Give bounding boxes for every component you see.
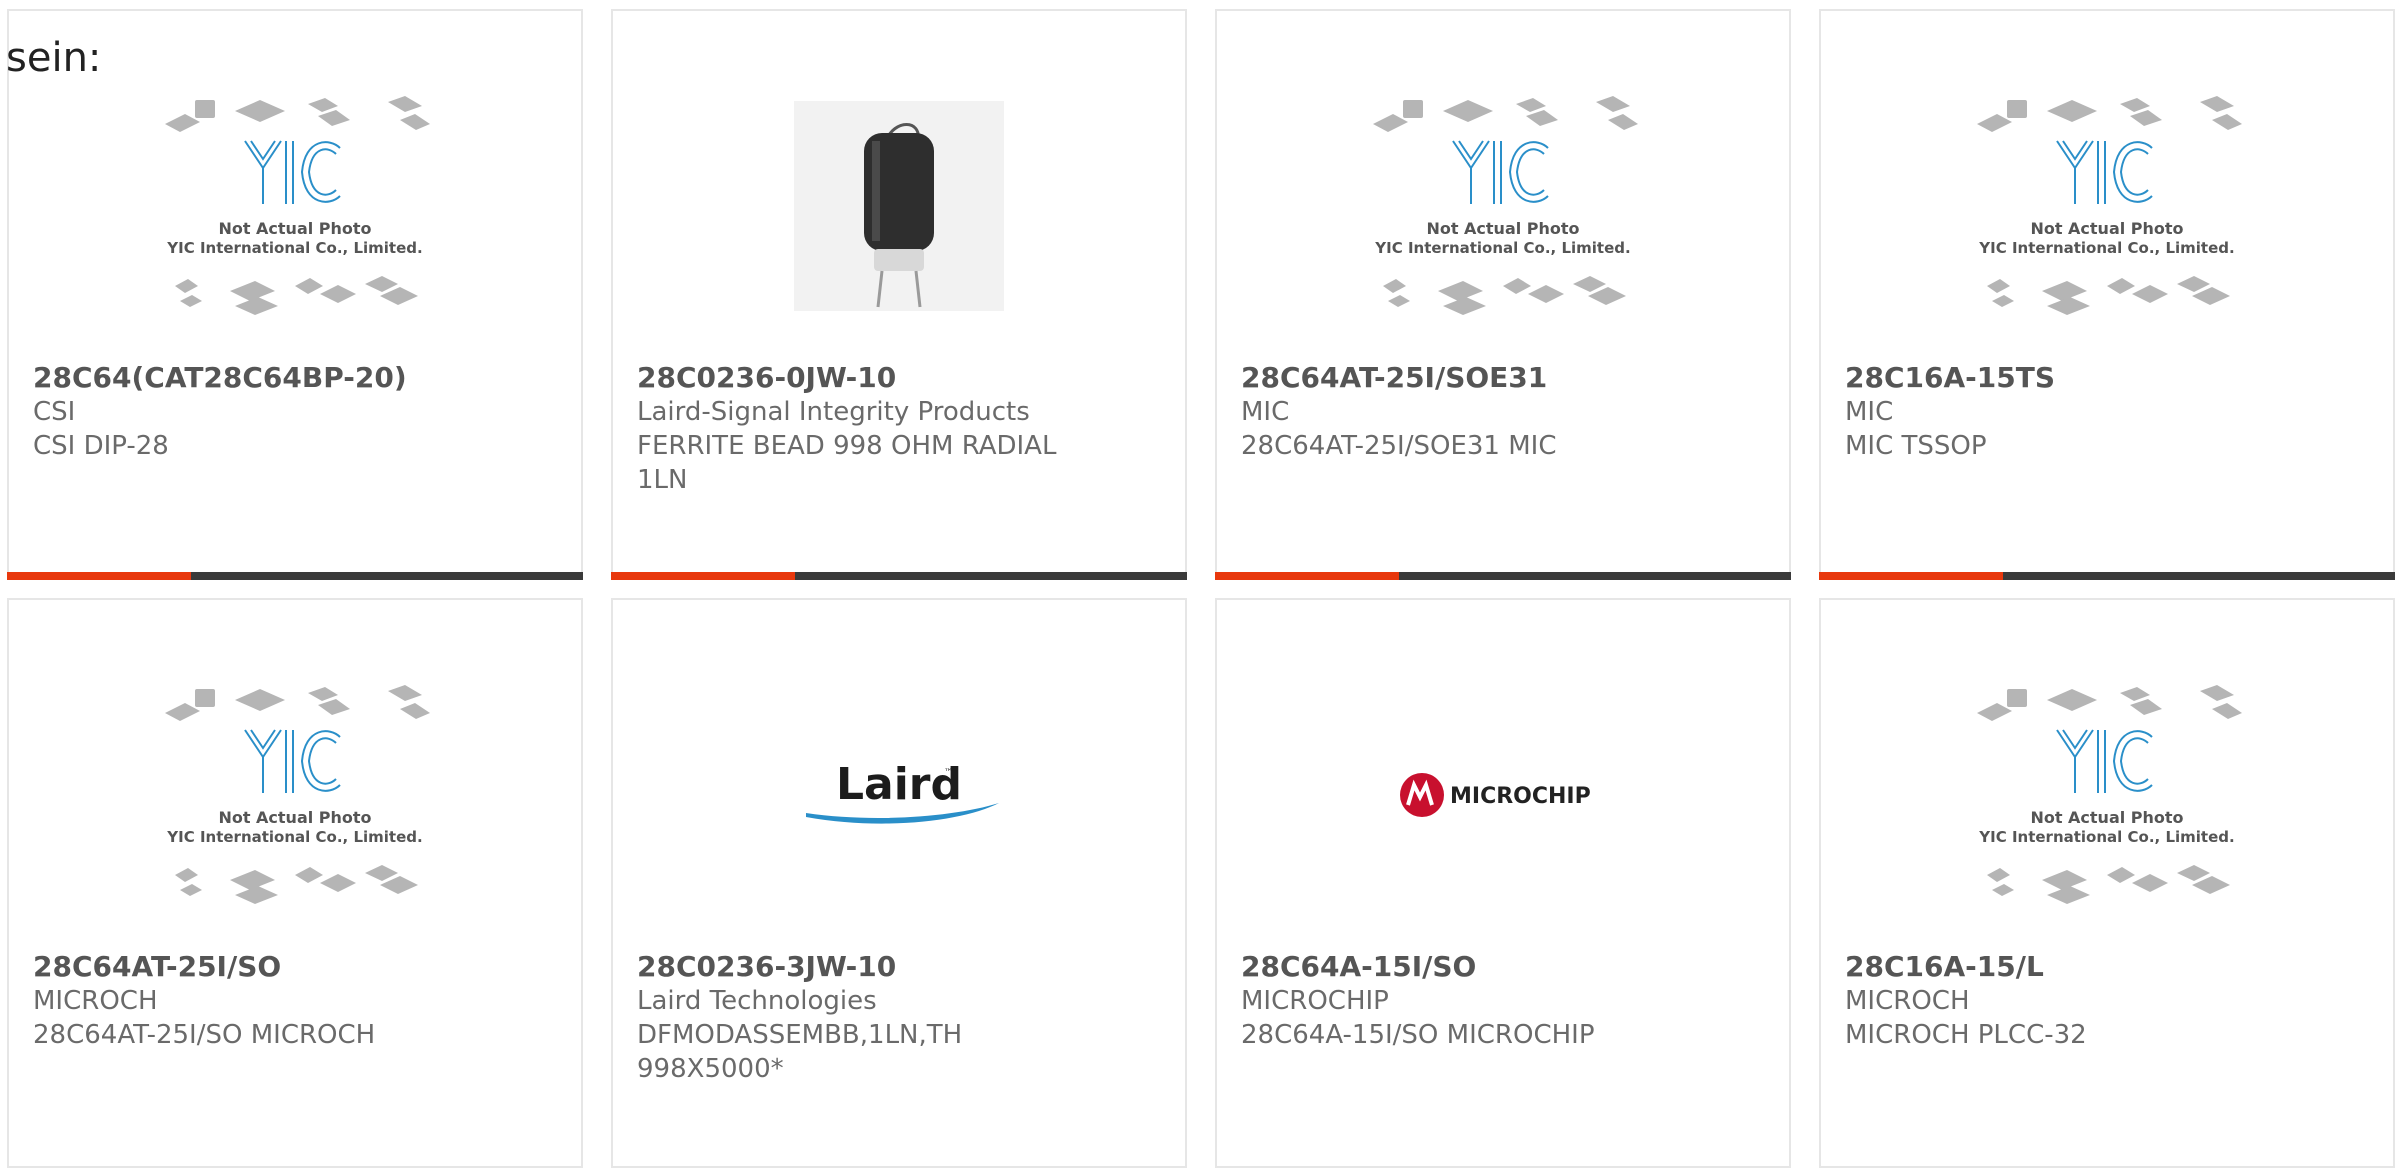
product-image[interactable]: Laird ™ <box>613 660 1185 930</box>
product-card[interactable]: Not Actual Photo YIC International Co., … <box>1819 9 2395 580</box>
product-card[interactable]: MICROCHIP 28C64A-15I/SO MICROCHIP 28C64A… <box>1215 598 1791 1168</box>
placeholder-line2: YIC International Co., Limited. <box>1978 239 2234 257</box>
part-number[interactable]: 28C64AT-25I/SOE31 <box>1241 361 1765 395</box>
yic-placeholder-image: Not Actual Photo YIC International Co., … <box>165 96 430 315</box>
card-bar-accent <box>1215 572 1399 580</box>
description: MICROCH PLCC-32 <box>1845 1020 2087 1050</box>
part-number[interactable]: 28C16A-15/L <box>1845 950 2369 984</box>
placeholder-line1: Not Actual Photo <box>1426 219 1579 238</box>
placeholder-line1: Not Actual Photo <box>2030 808 2183 827</box>
product-image[interactable]: Not Actual Photo YIC International Co., … <box>9 660 581 930</box>
description: 28C64AT-25I/SOE31 MIC <box>1241 431 1557 461</box>
card-bar <box>7 572 583 580</box>
card-bar-accent <box>7 572 191 580</box>
placeholder-line2: YIC International Co., Limited. <box>1978 828 2234 846</box>
product-card[interactable]: Not Actual Photo YIC International Co., … <box>7 598 583 1168</box>
description: FERRITE BEAD 998 OHM RADIAL 1LN <box>637 431 1057 495</box>
card-bar-accent <box>1819 572 2003 580</box>
yic-placeholder-image: Not Actual Photo YIC International Co., … <box>165 685 430 904</box>
card-bar-accent <box>611 572 795 580</box>
product-card[interactable]: Not Actual Photo YIC International Co., … <box>1215 9 1791 580</box>
laird-logo-text: Laird <box>836 759 962 810</box>
card-bar <box>1215 572 1791 580</box>
manufacturer: CSI <box>33 397 76 427</box>
part-number[interactable]: 28C16A-15TS <box>1845 361 2369 395</box>
microchip-logo: MICROCHIP <box>1400 773 1591 817</box>
laird-logo: Laird ™ <box>806 759 999 824</box>
description: 28C64AT-25I/SO MICROCH <box>33 1020 376 1050</box>
yic-placeholder-image: Not Actual Photo YIC International Co., … <box>1373 96 1638 315</box>
microchip-logo-text: MICROCHIP <box>1450 784 1591 809</box>
intro-text: sein: <box>6 35 102 81</box>
product-image[interactable]: Not Actual Photo YIC International Co., … <box>1217 71 1789 341</box>
manufacturer: Laird-Signal Integrity Products <box>637 397 1030 427</box>
placeholder-line1: Not Actual Photo <box>218 219 371 238</box>
part-number[interactable]: 28C64AT-25I/SO <box>33 950 557 984</box>
part-number[interactable]: 28C64A-15I/SO <box>1241 950 1765 984</box>
description: 28C64A-15I/SO MICROCHIP <box>1241 1020 1595 1050</box>
yic-placeholder-image: Not Actual Photo YIC International Co., … <box>1977 96 2242 315</box>
product-image[interactable]: MICROCHIP <box>1217 660 1789 930</box>
manufacturer: MICROCHIP <box>1241 986 1389 1016</box>
part-number[interactable]: 28C64(CAT28C64BP-20) <box>33 361 557 395</box>
product-card[interactable]: Not Actual Photo YIC International Co., … <box>7 9 583 580</box>
description: MIC TSSOP <box>1845 431 1987 461</box>
product-image[interactable]: Not Actual Photo YIC International Co., … <box>9 71 581 341</box>
manufacturer: Laird Technologies <box>637 986 877 1016</box>
manufacturer: MIC <box>1845 397 1894 427</box>
description: DFMODASSEMBB,1LN,TH 998X5000* <box>637 1020 963 1084</box>
product-card[interactable]: Not Actual Photo YIC International Co., … <box>1819 598 2395 1168</box>
ferrite-bead-photo <box>794 101 1004 311</box>
product-image[interactable]: Not Actual Photo YIC International Co., … <box>1821 71 2393 341</box>
placeholder-line1: Not Actual Photo <box>2030 219 2183 238</box>
manufacturer: MIC <box>1241 397 1290 427</box>
placeholder-line2: YIC International Co., Limited. <box>166 828 422 846</box>
part-number[interactable]: 28C0236-0JW-10 <box>637 361 1161 395</box>
description: CSI DIP-28 <box>33 431 169 461</box>
yic-placeholder-image: Not Actual Photo YIC International Co., … <box>1977 685 2242 904</box>
manufacturer: MICROCH <box>1845 986 1970 1016</box>
card-bar <box>611 572 1187 580</box>
product-card[interactable]: Laird ™ 28C0236-3JW-10 Laird Technologie… <box>611 598 1187 1168</box>
manufacturer: MICROCH <box>33 986 158 1016</box>
part-number[interactable]: 28C0236-3JW-10 <box>637 950 1161 984</box>
product-image[interactable] <box>613 71 1185 341</box>
svg-text:™: ™ <box>944 768 953 778</box>
card-bar <box>1819 572 2395 580</box>
placeholder-line2: YIC International Co., Limited. <box>166 239 422 257</box>
placeholder-line1: Not Actual Photo <box>218 808 371 827</box>
placeholder-line2: YIC International Co., Limited. <box>1374 239 1630 257</box>
product-card[interactable]: 28C0236-0JW-10 Laird-Signal Integrity Pr… <box>611 9 1187 580</box>
product-image[interactable]: Not Actual Photo YIC International Co., … <box>1821 660 2393 930</box>
